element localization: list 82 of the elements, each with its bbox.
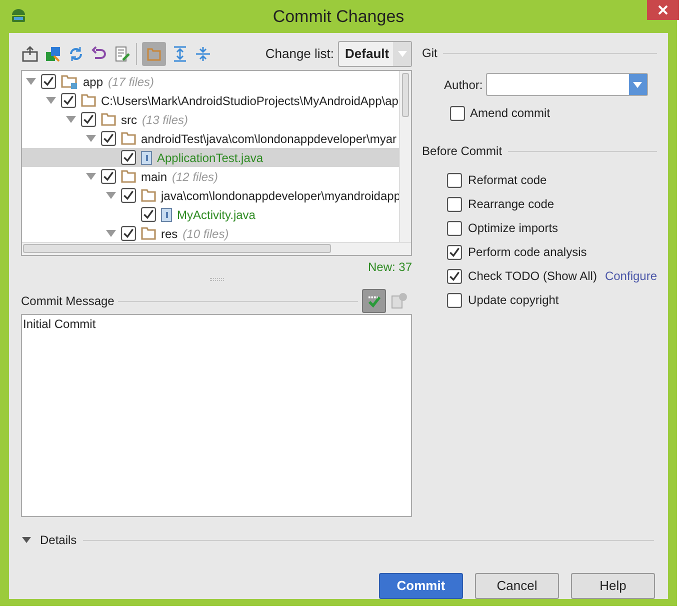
checkbox[interactable] xyxy=(101,131,116,146)
details-label[interactable]: Details xyxy=(40,531,77,549)
checkbox[interactable] xyxy=(447,220,462,236)
expanded-triangle-icon[interactable] xyxy=(106,192,116,199)
file-count: (10 files) xyxy=(182,226,229,242)
folder-icon xyxy=(101,113,116,126)
folder-name[interactable]: src xyxy=(121,110,137,128)
file-count: (13 files) xyxy=(142,112,188,128)
folder-name[interactable]: C:\Users\Mark\AndroidStudioProjects\MyAndroidApp\ap xyxy=(101,92,398,110)
edit-icon[interactable] xyxy=(113,44,131,62)
configure-link[interactable]: Configure xyxy=(604,267,657,285)
vertical-scrollbar[interactable] xyxy=(399,71,412,244)
splitter-handle[interactable] xyxy=(210,278,224,281)
option-label: Perform code analysis xyxy=(468,244,587,261)
change-list-label: Change list: xyxy=(265,44,334,63)
checkbox[interactable] xyxy=(447,292,462,308)
spellcheck-icon[interactable] xyxy=(362,289,386,313)
expanded-triangle-icon[interactable] xyxy=(46,97,56,104)
checkbox[interactable] xyxy=(447,172,462,188)
option-label: Reformat code xyxy=(468,172,547,189)
checkbox[interactable] xyxy=(447,244,462,260)
option-label: Rearrange code xyxy=(468,196,554,213)
window-title: Commit Changes xyxy=(272,6,404,28)
folder-name[interactable]: res xyxy=(161,224,178,242)
file-count: (12 files) xyxy=(172,168,218,186)
android-icon xyxy=(10,8,27,23)
expanded-triangle-icon[interactable] xyxy=(26,78,36,85)
java-file-icon xyxy=(161,208,172,222)
git-section-header: Git xyxy=(422,45,438,62)
folder-name[interactable]: androidTest\java\com\londonappdeveloper\myar xyxy=(141,130,396,148)
folder-icon xyxy=(141,227,156,240)
file-name[interactable]: MyActivity.java xyxy=(177,206,256,224)
amend-commit-label: Amend commit xyxy=(470,105,550,122)
folder-name[interactable]: main xyxy=(141,168,168,186)
collapse-all-icon[interactable] xyxy=(194,44,212,62)
author-combobox[interactable] xyxy=(486,73,648,96)
java-file-icon xyxy=(141,150,152,164)
group-by-folder-icon[interactable] xyxy=(142,42,166,66)
folder-icon xyxy=(141,189,156,202)
commit-message-field[interactable]: Initial Commit xyxy=(21,314,412,517)
checkbox[interactable] xyxy=(81,112,96,127)
folder-name[interactable]: java\com\londonappdeveloper\myandroidapp xyxy=(161,186,400,204)
shelf-icon[interactable] xyxy=(21,44,39,62)
option-label: Update copyright xyxy=(468,292,559,309)
checkbox[interactable] xyxy=(61,93,76,108)
collapse-triangle-icon[interactable] xyxy=(22,537,31,543)
refresh-icon[interactable] xyxy=(67,44,85,62)
folder-name[interactable]: app xyxy=(83,72,104,90)
expanded-triangle-icon[interactable] xyxy=(66,116,76,123)
change-list-dropdown[interactable]: Default xyxy=(338,40,412,66)
folder-icon xyxy=(81,94,96,107)
horizontal-scrollbar[interactable] xyxy=(22,242,412,255)
diff-icon[interactable] xyxy=(44,44,62,62)
file-count: (17 files) xyxy=(108,74,154,90)
checkbox[interactable] xyxy=(447,268,462,284)
new-count: New: 37 xyxy=(368,259,412,276)
option-label: Optimize imports xyxy=(468,220,558,237)
close-icon[interactable] xyxy=(647,0,679,20)
checkbox[interactable] xyxy=(447,196,462,212)
checkbox[interactable] xyxy=(121,150,136,165)
commit-button[interactable]: Commit xyxy=(379,573,463,599)
checkbox[interactable] xyxy=(121,226,136,241)
folder-icon xyxy=(121,132,136,145)
expand-all-icon[interactable] xyxy=(171,44,189,62)
dropdown-arrow-icon xyxy=(633,82,642,88)
checkbox[interactable] xyxy=(41,74,56,89)
folder-icon xyxy=(121,170,136,183)
dropdown-arrow-icon xyxy=(398,50,407,56)
checkbox[interactable] xyxy=(101,169,116,184)
option-label: Check TODO (Show All) xyxy=(468,268,597,285)
checkbox[interactable] xyxy=(121,188,136,203)
checkbox[interactable] xyxy=(141,207,156,222)
before-commit-header: Before Commit xyxy=(422,143,502,160)
checkbox[interactable] xyxy=(450,106,466,120)
expanded-triangle-icon[interactable] xyxy=(106,230,116,237)
dialog-button[interactable]: Cancel xyxy=(475,573,559,599)
commit-message-label: Commit Message xyxy=(21,293,114,310)
expanded-triangle-icon[interactable] xyxy=(86,173,96,180)
dialog-button[interactable]: Help xyxy=(571,573,655,599)
expanded-triangle-icon[interactable] xyxy=(86,135,96,142)
module-folder-icon xyxy=(61,74,78,89)
author-label: Author: xyxy=(444,76,483,94)
